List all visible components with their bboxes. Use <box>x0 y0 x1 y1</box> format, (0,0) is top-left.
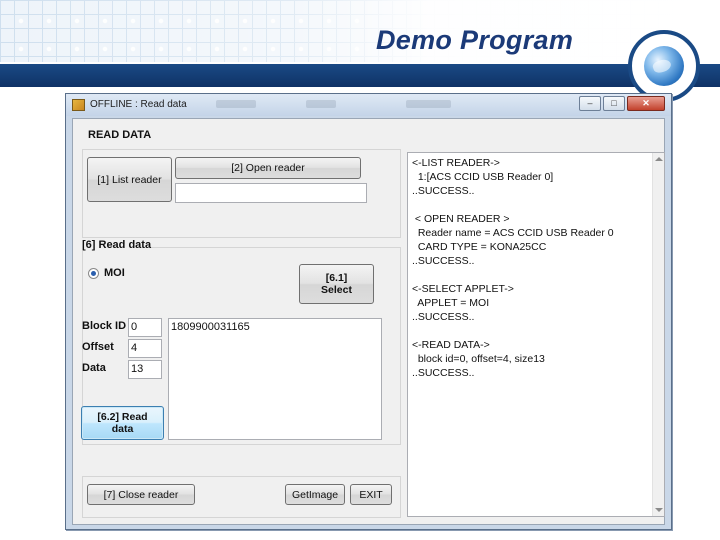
offset-field[interactable]: 4 <box>128 339 162 358</box>
grid-fade <box>0 0 720 62</box>
titlebar-ghost <box>216 100 256 108</box>
log-line: 1:[ACS CCID USB Reader 0] <box>412 171 554 183</box>
log-line: Reader name = ACS CCID USB Reader 0 <box>412 227 614 239</box>
log-scrollbar[interactable] <box>652 153 664 516</box>
select-applet-line2: Select <box>321 284 352 296</box>
app-window: OFFLINE : Read data – □ ✕ READ DATA [1] … <box>65 93 672 530</box>
close-reader-button[interactable]: [7] Close reader <box>87 484 195 505</box>
app-icon <box>72 99 85 111</box>
scroll-up-icon[interactable] <box>655 157 663 161</box>
log-output-box[interactable]: <-LIST READER-> 1:[ACS CCID USB Reader 0… <box>407 152 665 517</box>
log-line: ..SUCCESS.. <box>412 367 475 379</box>
read-data-group-title: [6] Read data <box>81 239 153 251</box>
titlebar-ghost <box>406 100 451 108</box>
read-data-line2: data <box>111 423 134 435</box>
block-id-label: Block ID <box>82 320 127 332</box>
log-line: ..SUCCESS.. <box>412 311 475 323</box>
reader-name-field[interactable] <box>175 183 367 203</box>
get-image-button[interactable]: GetImage <box>285 484 345 505</box>
moi-radio-label: MOI <box>104 267 125 279</box>
slide-title: Demo Program <box>376 25 574 55</box>
slide-header: Demo Program <box>0 0 720 90</box>
data-size-label: Data <box>82 362 106 374</box>
log-line: ..SUCCESS.. <box>412 255 475 267</box>
minimize-button[interactable]: – <box>579 96 601 111</box>
log-line: APPLET = MOI <box>412 297 490 309</box>
window-title: OFFLINE : Read data <box>90 99 187 110</box>
window-titlebar[interactable]: OFFLINE : Read data – □ ✕ <box>66 94 671 116</box>
select-applet-line1: [6.1] <box>325 272 348 284</box>
data-size-field[interactable]: 13 <box>128 360 162 379</box>
exit-button[interactable]: EXIT <box>350 484 392 505</box>
section-title: READ DATA <box>88 129 152 141</box>
log-line: CARD TYPE = KONA25CC <box>412 241 547 253</box>
close-window-button[interactable]: ✕ <box>627 96 665 111</box>
log-line: < OPEN READER > <box>412 213 510 225</box>
maximize-button[interactable]: □ <box>603 96 625 111</box>
list-reader-button[interactable]: [1] List reader <box>87 157 172 202</box>
offset-label: Offset <box>82 341 114 353</box>
globe-logo-icon <box>644 46 684 86</box>
open-reader-button[interactable]: [2] Open reader <box>175 157 361 179</box>
log-line: ..SUCCESS.. <box>412 185 475 197</box>
window-client-area: READ DATA [1] List reader [2] Open reade… <box>72 118 665 525</box>
titlebar-ghost <box>306 100 336 108</box>
log-line: block id=0, offset=4, size13 <box>412 353 545 365</box>
moi-radio[interactable] <box>88 268 99 279</box>
read-output-box[interactable]: 1809900031165 <box>168 318 382 440</box>
log-line: <-SELECT APPLET-> <box>412 283 514 295</box>
log-line: <-READ DATA-> <box>412 339 490 351</box>
log-line: <-LIST READER-> <box>412 157 500 169</box>
scroll-down-icon[interactable] <box>655 508 663 512</box>
read-data-button[interactable]: [6.2] Read data <box>81 406 164 440</box>
header-blue-bar <box>0 64 720 87</box>
block-id-field[interactable]: 0 <box>128 318 162 337</box>
read-data-line1: [6.2] Read <box>97 411 148 423</box>
select-applet-button[interactable]: [6.1] Select <box>299 264 374 304</box>
